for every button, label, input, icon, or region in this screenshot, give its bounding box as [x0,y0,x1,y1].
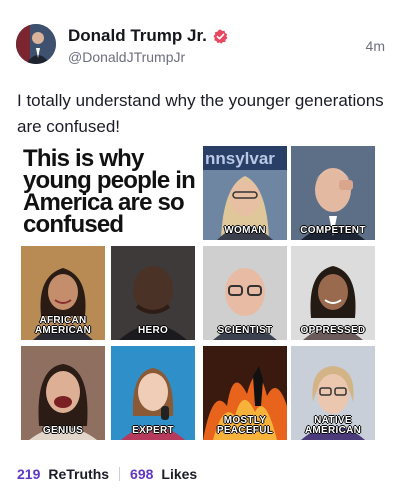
stats-divider [119,467,121,481]
meme-tile-label: WOMAN [224,225,266,236]
author-name[interactable]: Donald Trump Jr. [68,26,207,46]
meme-title: This is why young people in America are … [23,145,196,238]
meme-tile-competent: COMPETENT [291,146,375,240]
post-timestamp: 4m [365,38,385,54]
meme-tile-label: COMPETENT [300,225,366,236]
author-handle[interactable]: @DonaldJTrumpJr [68,49,185,65]
meme-tile-african-american: AFRICAN AMERICAN [21,246,105,340]
likes-count[interactable]: 698 [130,466,153,482]
author-row: Donald Trump Jr. [68,26,228,46]
meme-tile-mostly-peaceful: MOSTLY PEACEFUL [203,346,287,440]
meme-tile-expert: EXPERT [111,346,195,440]
meme-tile-hero: HERO [111,246,195,340]
meme-tile-label: NATIVE AMERICAN [304,415,362,436]
meme-tile-native-american: NATIVE AMERICAN [291,346,375,440]
meme-tile-genius: GENIUS [21,346,105,440]
meme-tile-label: GENIUS [42,425,84,436]
meme-tile-label: OPPRESSED [300,325,366,336]
post-header: Donald Trump Jr. @DonaldJTrumpJr 4m [16,22,387,66]
avatar[interactable] [16,24,56,64]
post-text: I totally understand why the younger gen… [17,91,384,136]
retruths-label[interactable]: ReTruths [48,466,109,482]
meme-tile-scientist: SCIENTIST [203,246,287,340]
meme-tile-label: EXPERT [132,425,174,436]
post-image[interactable]: This is why young people in America are … [17,142,378,444]
verified-badge-icon [213,28,228,44]
meme-tile-label: HERO [137,325,169,336]
post-stats: 219 ReTruths 698 Likes [17,466,197,482]
likes-label[interactable]: Likes [161,466,197,482]
meme-tile-label: AFRICAN AMERICAN [34,315,92,336]
meme-tile-label: SCIENTIST [217,325,273,336]
meme-tile-oppressed: OPPRESSED [291,246,375,340]
retruths-count[interactable]: 219 [17,466,40,482]
meme-tile-label: MOSTLY PEACEFUL [216,415,274,436]
meme-partial-sign: nnsylvar [205,149,275,168]
meme-tile-woman: nnsylvar WOMAN [203,146,287,240]
